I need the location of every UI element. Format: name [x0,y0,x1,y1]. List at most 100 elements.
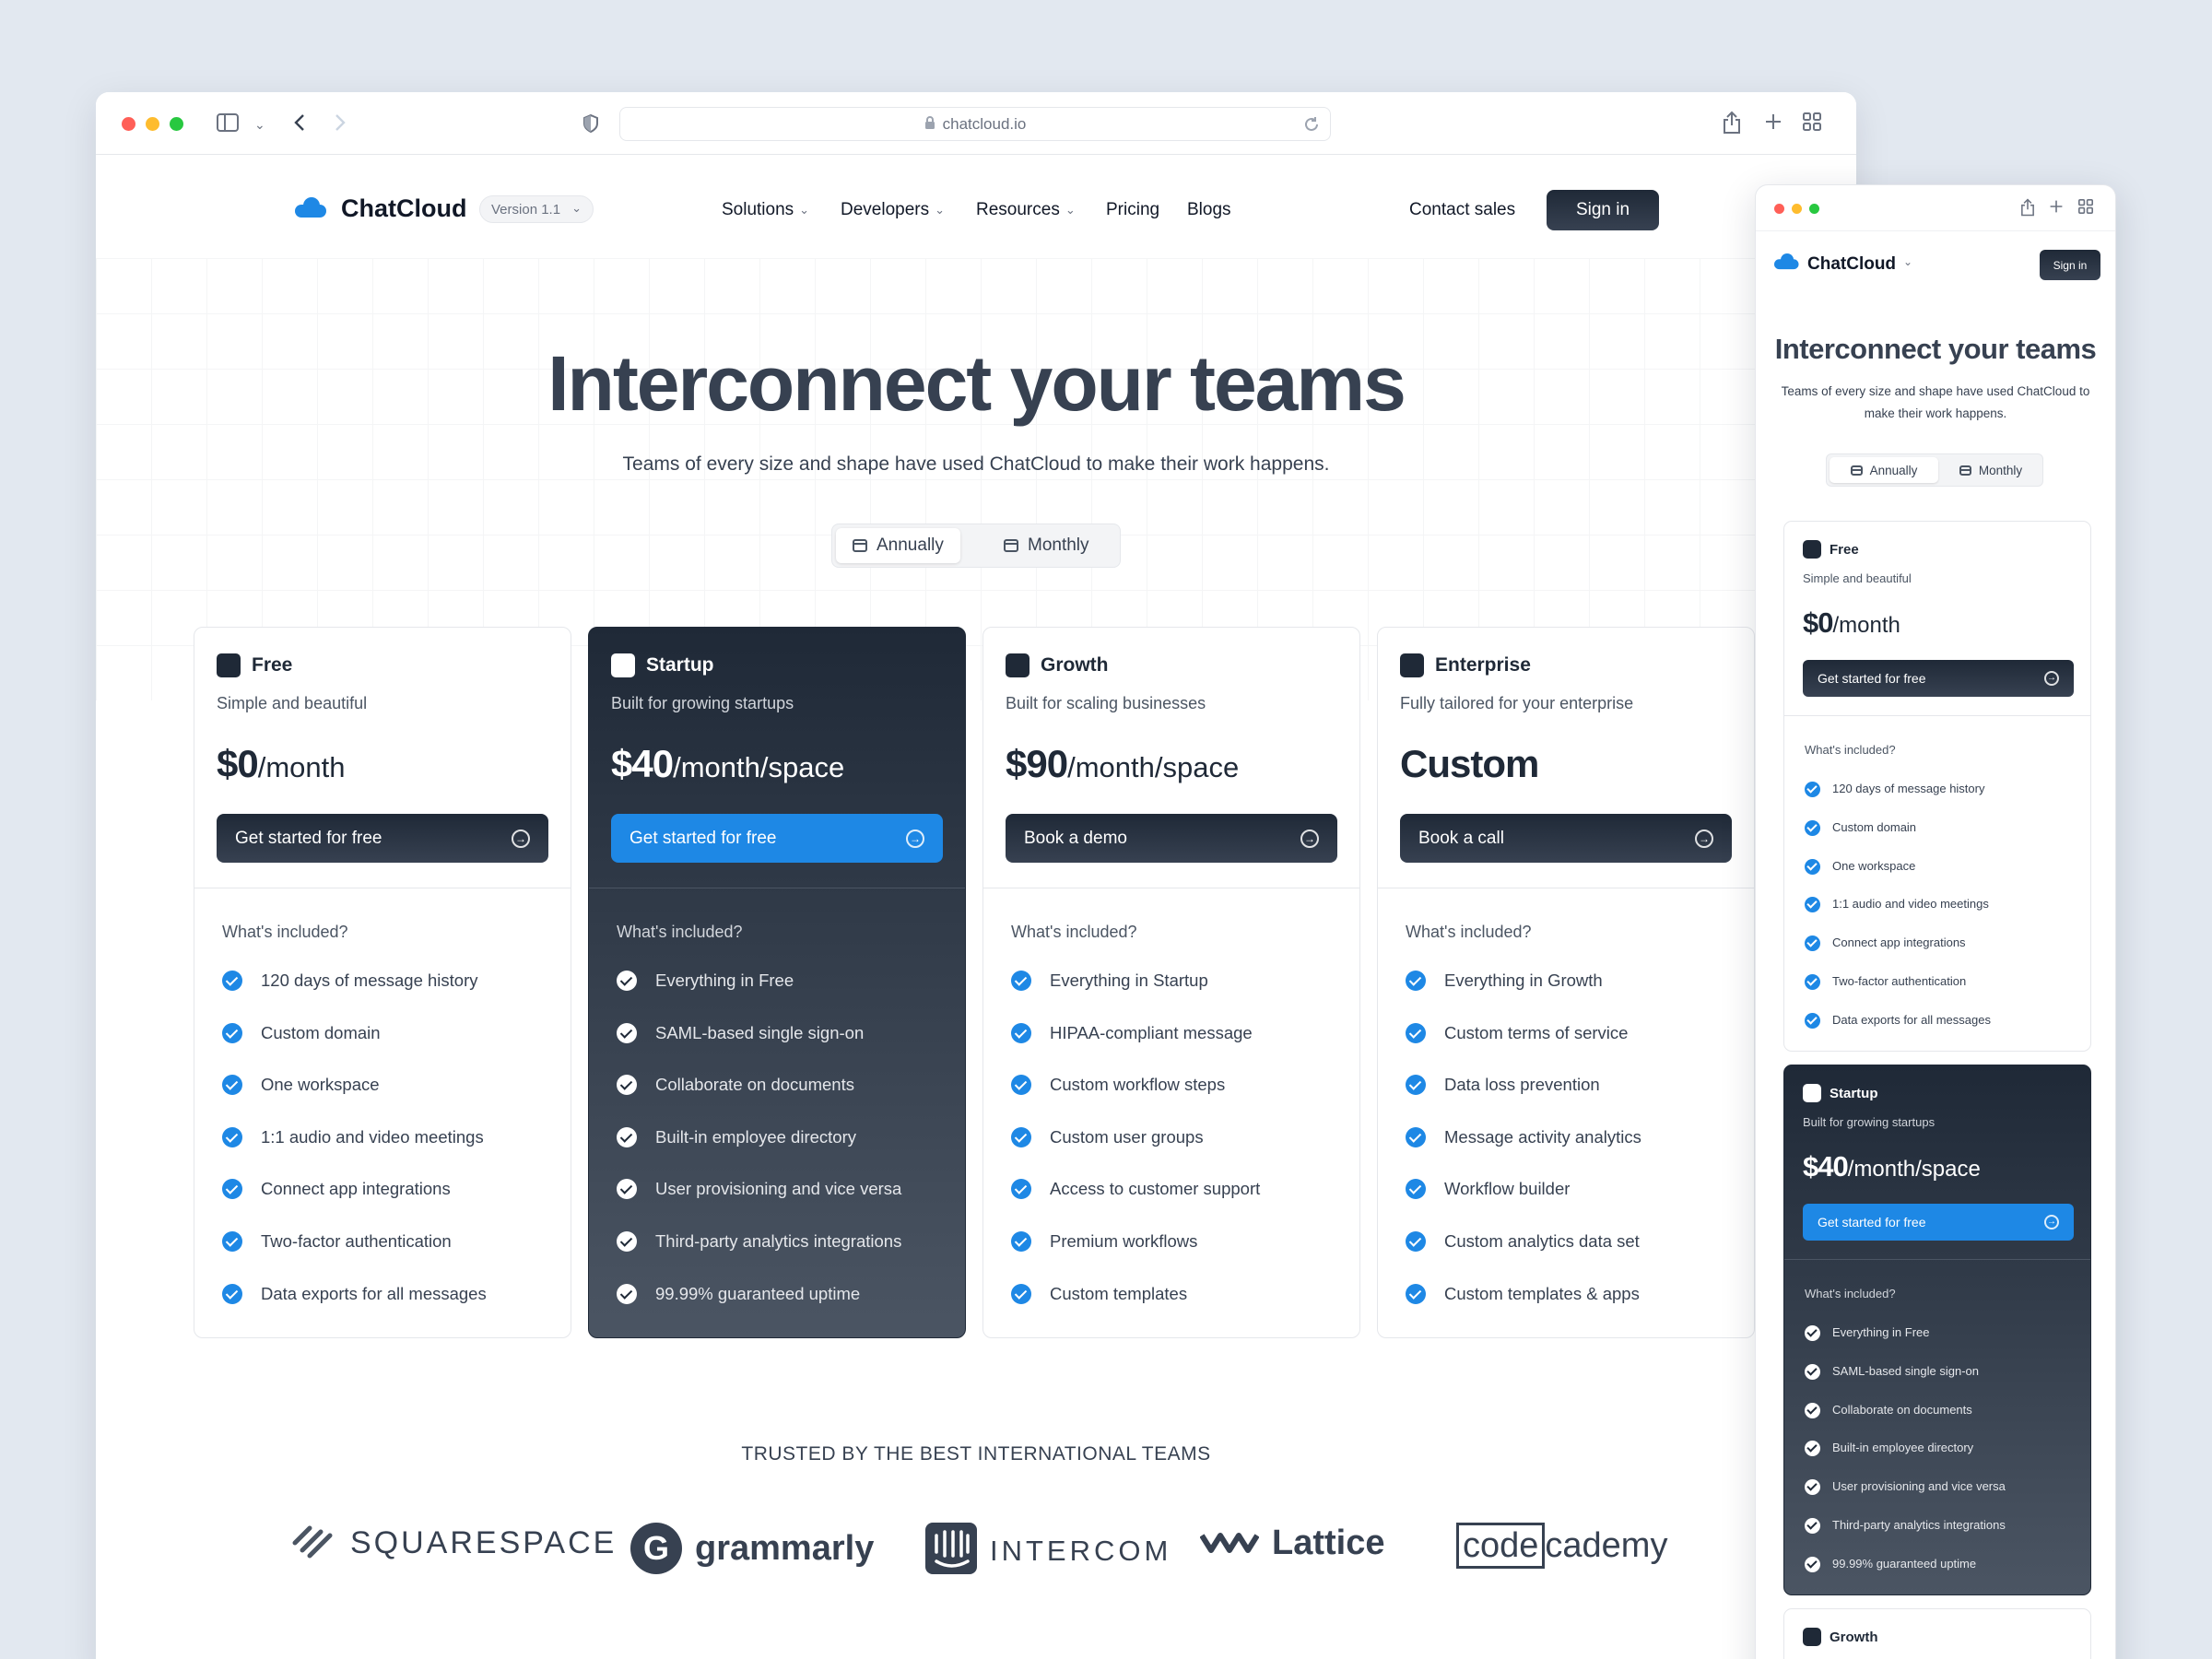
url-text: chatcloud.io [942,114,1027,133]
divider [1784,715,2090,716]
tabs-icon[interactable] [2078,199,2093,218]
feature-item: One workspace [222,1075,487,1127]
wallet-icon [1803,540,1821,559]
hero-title: Interconnect your teams [1774,333,2097,365]
mobile-plan-card-growth: Growth [1783,1608,2091,1659]
maximize-window-button[interactable] [170,117,183,131]
billing-toggle: Annually Monthly [831,524,1121,568]
check-circle-icon [617,1179,637,1200]
check-circle-icon [1011,1126,1031,1147]
book-call-button[interactable]: Book a call → [1400,814,1732,863]
feature-item: Data loss prevention [1406,1075,1641,1127]
close-window-button[interactable] [1774,204,1784,214]
feature-item: Workflow builder [1406,1179,1641,1231]
contact-sales-link[interactable]: Contact sales [1409,200,1515,220]
minimize-window-button[interactable] [1792,204,1802,214]
plan-name: Free [252,654,293,676]
version-label: Version 1.1 [491,201,561,218]
chatcloud-logo-icon[interactable] [1774,253,1799,270]
feature-item: Custom domain [1805,819,1991,859]
check-circle-icon [1805,1517,1820,1534]
check-circle-icon [617,1022,637,1043]
feature-item: 1:1 audio and video meetings [1805,897,1991,935]
nav-solutions[interactable]: Solutions ⌄ [722,200,809,220]
check-circle-icon [222,1022,242,1043]
divider [1784,1259,2090,1260]
whats-included-label: What's included? [617,923,743,941]
book-demo-button[interactable]: Book a demo → [1006,814,1337,863]
nav-pricing[interactable]: Pricing [1106,200,1159,220]
close-window-button[interactable] [122,117,135,131]
mobile-plan-card-free: Free Simple and beautiful $0/month Get s… [1783,521,2091,1052]
feature-item: 120 days of message history [222,971,487,1023]
billing-annually-option[interactable]: Annually [836,528,960,563]
chevron-down-icon: ⌄ [1065,203,1076,217]
feature-item: Collaborate on documents [1805,1402,2006,1441]
plan-name: Growth [1830,1629,1878,1645]
check-circle-icon [1011,971,1031,991]
grammarly-logo: G grammarly [630,1523,874,1574]
version-selector[interactable]: Version 1.1 ⌄ [479,195,594,223]
maximize-window-button[interactable] [1809,204,1819,214]
sidebar-icon[interactable] [217,113,239,135]
get-started-free-button[interactable]: Get started for free → [1803,660,2074,697]
lattice-icon [1199,1523,1260,1564]
plan-price: $40/month/space [611,742,845,785]
calendar-icon [853,539,867,552]
feature-item: Built-in employee directory [617,1126,901,1180]
get-started-startup-button[interactable]: Get started for free → [611,814,943,863]
grammarly-icon: G [630,1523,682,1574]
back-icon[interactable] [293,112,306,136]
arrow-circle-right-icon: → [906,829,924,848]
nav-resources[interactable]: Resources ⌄ [976,200,1076,220]
chatcloud-logo-icon[interactable] [295,197,326,218]
share-icon[interactable] [1722,111,1742,138]
brand-name[interactable]: ChatCloud [1807,254,1896,275]
billing-monthly-option[interactable]: Monthly [987,528,1106,563]
feature-item: SAML-based single sign-on [617,1022,901,1076]
check-circle-icon [222,1230,242,1252]
whats-included-label: What's included? [1805,1287,1896,1300]
chevron-down-icon[interactable]: ⌄ [254,114,265,135]
chevron-down-icon[interactable]: ⌄ [1903,255,1912,268]
check-circle-icon [222,1075,242,1096]
check-circle-icon [1011,1283,1031,1304]
feature-item: Custom templates [1011,1283,1260,1336]
reload-icon[interactable] [1302,115,1321,138]
check-circle-icon [1805,897,1820,913]
mobile-browser-window: ChatCloud ⌄ Sign in Interconnect your te… [1755,184,2116,1659]
get-started-startup-button[interactable]: Get started for free → [1803,1204,2074,1241]
trusted-heading: TRUSTED BY THE BEST INTERNATIONAL TEAMS [741,1443,1211,1465]
minimize-window-button[interactable] [146,117,159,131]
nav-developers[interactable]: Developers ⌄ [841,200,945,220]
feature-item: Everything in Free [1805,1325,2006,1364]
feature-item: 1:1 audio and video meetings [222,1126,487,1180]
plus-icon[interactable] [1764,112,1783,135]
address-bar[interactable]: chatcloud.io [619,107,1331,141]
plan-card-startup: Startup Built for growing startups $40/m… [588,627,966,1338]
billing-annually-option[interactable]: Annually [1830,457,1938,483]
billing-monthly-option[interactable]: Monthly [1941,457,2041,483]
plan-tagline: Built for growing startups [611,694,794,712]
feature-item: Data exports for all messages [222,1283,487,1336]
feature-item: 120 days of message history [1805,782,1991,820]
whats-included-label: What's included? [1805,743,1896,757]
share-icon[interactable] [2019,198,2036,221]
feature-list: Everything in Free SAML-based single sig… [1805,1325,2006,1594]
whats-included-label: What's included? [1406,923,1532,941]
feature-item: Premium workflows [1011,1230,1260,1284]
tabs-icon[interactable] [1803,112,1821,135]
get-started-free-button[interactable]: Get started for free → [217,814,548,863]
plan-tagline: Fully tailored for your enterprise [1400,694,1634,712]
nav-blogs[interactable]: Blogs [1187,200,1231,220]
brand-name[interactable]: ChatCloud [341,194,466,223]
sign-in-button[interactable]: Sign in [2040,250,2100,280]
sign-in-button[interactable]: Sign in [1547,190,1659,230]
check-circle-icon [222,1126,242,1147]
chevron-down-icon: ⌄ [799,203,810,217]
check-circle-icon [1406,971,1426,991]
hero-title: Interconnect your teams [547,340,1406,427]
forward-icon[interactable] [334,112,347,136]
plus-icon[interactable] [2049,199,2064,218]
shield-icon[interactable] [582,113,599,136]
